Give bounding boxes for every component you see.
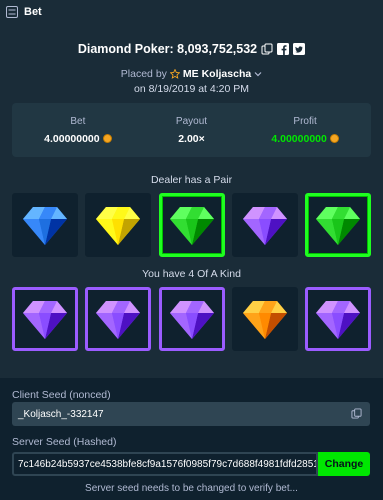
card xyxy=(12,287,78,351)
placed-by-row: Placed by ME Koljascha xyxy=(0,68,383,80)
star-icon xyxy=(169,69,180,79)
payout-stat: Payout 2.00× xyxy=(176,116,207,145)
payout-label: Payout xyxy=(175,115,208,127)
card xyxy=(158,193,225,257)
profit-stat: Profit 4.00000000 xyxy=(271,115,339,145)
card xyxy=(305,193,371,257)
placed-by-label: Placed by xyxy=(120,68,167,80)
card xyxy=(158,287,225,351)
bet-date: on 8/19/2019 at 4:20 PM xyxy=(133,83,249,95)
coin-icon xyxy=(102,134,112,143)
change-seed-button[interactable]: Change xyxy=(318,452,370,476)
window-titlebar: Bet xyxy=(0,0,383,24)
card xyxy=(12,193,78,257)
purple-diamond-icon xyxy=(169,301,214,339)
dealer-hand xyxy=(12,193,371,257)
server-seed-label: Server Seed (Hashed) xyxy=(12,436,117,448)
copy-icon[interactable] xyxy=(351,408,362,419)
green-diamond-icon xyxy=(316,207,360,245)
user-name-link[interactable]: ME Koljascha xyxy=(183,68,251,80)
profit-value-row: 4.00000000 xyxy=(271,132,339,145)
bet-value: 4.00000000 xyxy=(44,132,100,145)
purple-diamond-icon xyxy=(316,301,360,339)
card xyxy=(231,287,298,351)
game-title: Diamond Poker: 8,093,752,532 xyxy=(77,42,258,56)
server-seed-input[interactable]: 7c146b24b5937ce4538bfe8cf9a1576f0985f79c… xyxy=(12,452,318,476)
game-title-row: Diamond Poker: 8,093,752,532 xyxy=(0,42,383,56)
purple-diamond-icon xyxy=(96,301,141,339)
green-diamond-icon xyxy=(169,207,214,245)
card xyxy=(305,287,371,351)
window-title: Bet xyxy=(24,6,42,18)
card xyxy=(85,287,152,351)
card xyxy=(85,193,152,257)
window-icon xyxy=(6,6,18,18)
player-hand xyxy=(12,287,371,351)
bet-stat: Bet 4.00000000 xyxy=(44,115,112,145)
purple-diamond-icon xyxy=(23,301,67,339)
purple-diamond-icon xyxy=(242,207,287,245)
chevron-down-icon[interactable] xyxy=(254,70,262,78)
profit-label: Profit xyxy=(293,115,317,127)
facebook-icon[interactable] xyxy=(277,43,290,55)
client-seed-label: Client Seed (nonced) xyxy=(12,389,111,401)
twitter-icon[interactable] xyxy=(293,43,306,55)
copy-icon[interactable] xyxy=(261,43,273,55)
verify-hint: Server seed needs to be changed to verif… xyxy=(85,483,298,494)
bet-value-row: 4.00000000 xyxy=(44,132,112,145)
dealer-hand-label: Dealer has a Pair xyxy=(150,174,233,186)
coin-icon xyxy=(329,134,339,143)
player-hand-label: You have 4 Of A Kind xyxy=(142,268,241,280)
card xyxy=(231,193,298,257)
bet-stats-panel: Bet 4.00000000 Payout 2.00× Profit 4.000… xyxy=(12,103,371,157)
bet-label: Bet xyxy=(70,115,86,127)
payout-value: 2.00× xyxy=(178,132,205,145)
client-seed-value: _Koljasch_-332147 xyxy=(18,408,104,420)
yellow-diamond-icon xyxy=(96,207,141,245)
orange-diamond-icon xyxy=(242,301,287,339)
profit-value: 4.00000000 xyxy=(271,132,327,145)
blue-diamond-icon xyxy=(23,207,67,245)
client-seed-field[interactable]: _Koljasch_-332147 xyxy=(12,402,370,426)
